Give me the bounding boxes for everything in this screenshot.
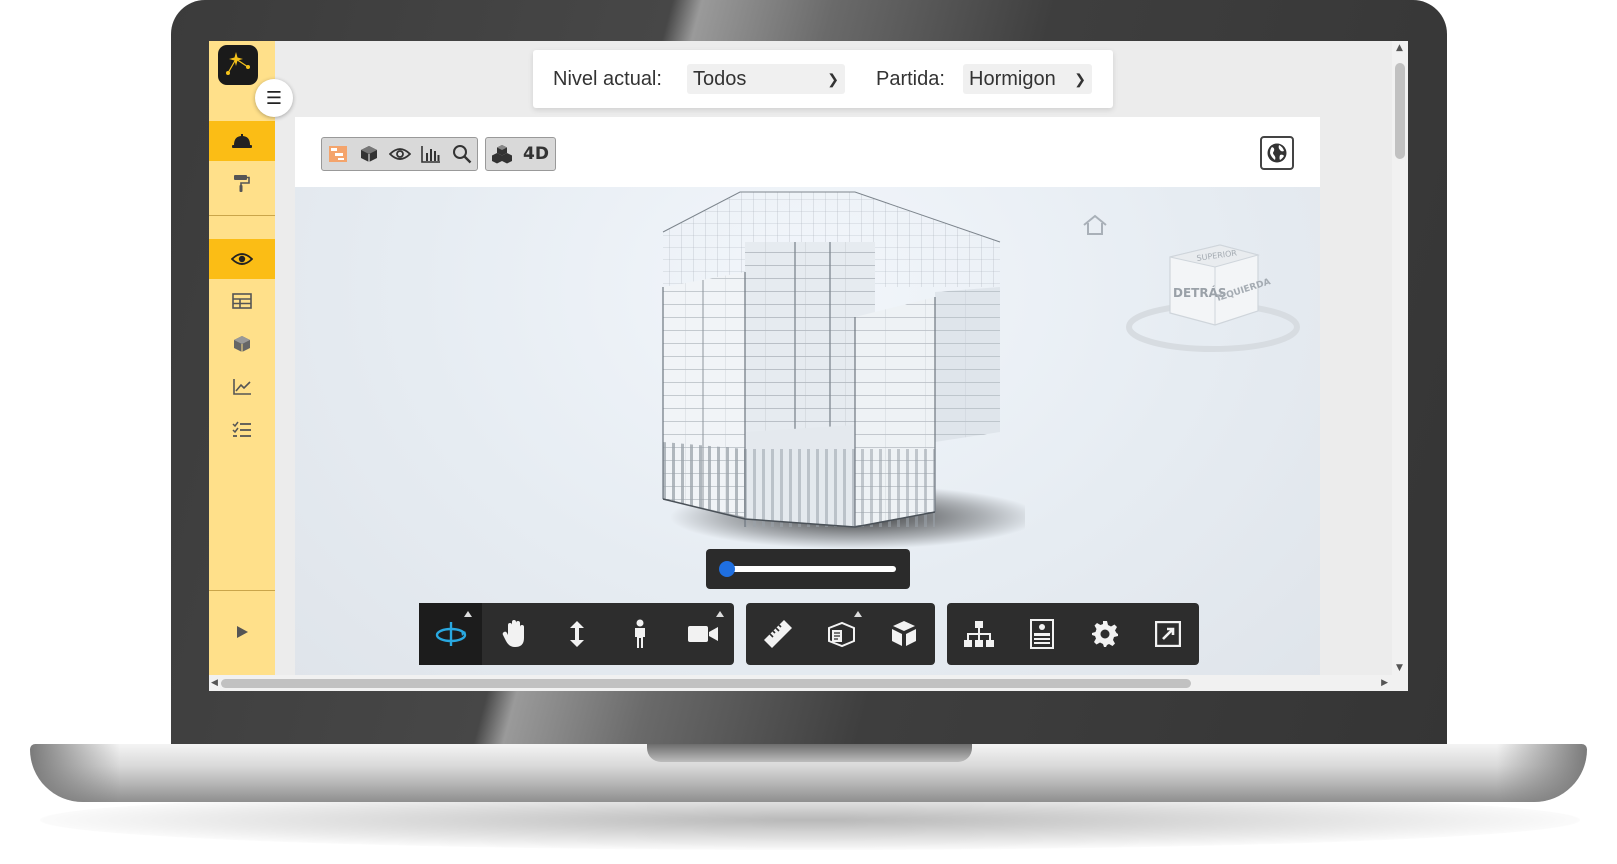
viewer-panel: 4D DETRÁS IZQUIERDA SUPERIOR bbox=[295, 117, 1320, 691]
table-icon bbox=[232, 293, 252, 309]
hamburger-menu-button[interactable]: ☰ bbox=[255, 79, 293, 117]
gear-icon bbox=[1091, 621, 1118, 647]
home-icon[interactable] bbox=[1081, 213, 1109, 237]
view-tools-group bbox=[321, 137, 478, 171]
charts-button[interactable] bbox=[415, 138, 446, 170]
globe-icon bbox=[1267, 143, 1287, 163]
horizontal-scrollbar-thumb[interactable] bbox=[221, 679, 1191, 688]
model-browser-button[interactable] bbox=[947, 603, 1010, 665]
filter-bar: Nivel actual: Todos ❯ Partida: Hormigon … bbox=[533, 50, 1113, 108]
partida-label: Partida: bbox=[876, 68, 945, 90]
timeline-slider-thumb[interactable] bbox=[719, 561, 735, 577]
person-icon bbox=[634, 619, 645, 648]
cube-icon bbox=[360, 146, 377, 162]
viewcube-icon[interactable]: DETRÁS IZQUIERDA SUPERIOR bbox=[1125, 239, 1305, 359]
vertical-arrows-icon bbox=[569, 621, 584, 647]
timeline-slider bbox=[706, 549, 910, 589]
search-button[interactable] bbox=[446, 138, 477, 170]
sidebar-item-viewer[interactable] bbox=[209, 239, 275, 279]
visibility-button[interactable] bbox=[384, 138, 415, 170]
measure-button[interactable] bbox=[746, 603, 809, 665]
settings-tools bbox=[947, 603, 1199, 665]
scroll-up-icon[interactable]: ▲ bbox=[1396, 43, 1403, 53]
app-screen: ☰ Nivel actual: Todos ❯ Partida: Hormigo… bbox=[209, 41, 1408, 691]
globe-button[interactable] bbox=[1260, 136, 1294, 170]
gantt-button[interactable] bbox=[322, 138, 353, 170]
timeline-slider-track[interactable] bbox=[720, 566, 896, 572]
bar-chart-icon bbox=[420, 146, 440, 163]
cube-icon bbox=[234, 336, 250, 352]
scroll-down-icon[interactable]: ▼ bbox=[1396, 663, 1403, 673]
building-model[interactable] bbox=[645, 187, 1025, 567]
orbit-button[interactable] bbox=[419, 603, 482, 665]
search-icon bbox=[452, 145, 471, 164]
sidebar-item-chart[interactable] bbox=[209, 367, 275, 407]
laptop-notch bbox=[647, 744, 972, 762]
laptop-base-left-edge bbox=[30, 744, 120, 802]
vertical-scrollbar[interactable]: ▲ ▼ bbox=[1392, 41, 1408, 675]
sidebar-item-paint-roller[interactable] bbox=[209, 163, 275, 203]
eye-icon bbox=[388, 148, 411, 160]
partida-select-value: Hormigon bbox=[969, 68, 1056, 90]
play-icon bbox=[237, 626, 248, 638]
fullscreen-button[interactable] bbox=[1136, 603, 1199, 665]
pan-button[interactable] bbox=[482, 603, 545, 665]
properties-icon bbox=[1029, 619, 1054, 649]
level-label: Nivel actual: bbox=[553, 68, 662, 90]
paint-roller-icon bbox=[234, 175, 250, 192]
horizontal-scrollbar[interactable]: ◀ ▶ bbox=[209, 675, 1408, 691]
camera-button[interactable] bbox=[671, 603, 734, 665]
4d-button[interactable]: 4D bbox=[517, 144, 555, 164]
hand-icon bbox=[502, 620, 524, 647]
section-box-icon bbox=[827, 621, 855, 648]
helmet-icon bbox=[232, 134, 252, 148]
sidebar-item-model[interactable] bbox=[209, 324, 275, 364]
3d-viewport[interactable]: DETRÁS IZQUIERDA SUPERIOR bbox=[295, 187, 1320, 691]
measure-tools bbox=[746, 603, 935, 665]
zoom-button[interactable] bbox=[545, 603, 608, 665]
level-select-value: Todos bbox=[693, 68, 747, 90]
sidebar-divider bbox=[209, 215, 275, 216]
hamburger-icon: ☰ bbox=[265, 87, 283, 109]
navigation-tools bbox=[419, 603, 734, 665]
sidebar-item-checklist[interactable] bbox=[209, 410, 275, 450]
explode-button[interactable] bbox=[872, 603, 935, 665]
chevron-down-icon: ❯ bbox=[827, 71, 839, 87]
chevron-down-icon: ❯ bbox=[1074, 71, 1086, 87]
sidebar-divider-bottom bbox=[209, 590, 275, 591]
vertical-scrollbar-thumb[interactable] bbox=[1395, 63, 1405, 159]
cubes-icon bbox=[491, 145, 512, 164]
properties-button[interactable] bbox=[1010, 603, 1073, 665]
hierarchy-icon bbox=[963, 621, 994, 647]
walk-button[interactable] bbox=[608, 603, 671, 665]
video-camera-icon bbox=[687, 626, 718, 642]
sidebar-item-helmet[interactable] bbox=[209, 121, 275, 161]
model-button[interactable] bbox=[353, 138, 384, 170]
gantt-icon bbox=[328, 146, 347, 162]
sidebar bbox=[209, 41, 275, 691]
checklist-icon bbox=[232, 421, 251, 437]
line-chart-icon bbox=[233, 379, 251, 395]
level-select[interactable]: Todos ❯ bbox=[687, 64, 845, 94]
eye-icon bbox=[231, 253, 253, 265]
partida-select[interactable]: Hormigon ❯ bbox=[963, 64, 1092, 94]
scroll-right-icon[interactable]: ▶ bbox=[1381, 678, 1388, 688]
laptop-base-right-edge bbox=[1497, 744, 1587, 802]
ruler-icon bbox=[763, 620, 792, 648]
viewer-toolbar: 4D bbox=[295, 117, 1320, 188]
sidebar-expand-button[interactable] bbox=[209, 612, 275, 652]
orbit-icon bbox=[435, 622, 466, 646]
scroll-left-icon[interactable]: ◀ bbox=[211, 678, 218, 688]
app-logo[interactable] bbox=[218, 45, 258, 85]
simulation-tools-group: 4D bbox=[485, 137, 556, 171]
sidebar-item-table[interactable] bbox=[209, 281, 275, 321]
star-logo-icon bbox=[226, 52, 250, 75]
section-button[interactable] bbox=[809, 603, 872, 665]
fullscreen-icon bbox=[1154, 621, 1181, 647]
explode-cube-icon bbox=[891, 621, 916, 646]
components-button[interactable] bbox=[486, 138, 517, 170]
settings-button[interactable] bbox=[1073, 603, 1136, 665]
